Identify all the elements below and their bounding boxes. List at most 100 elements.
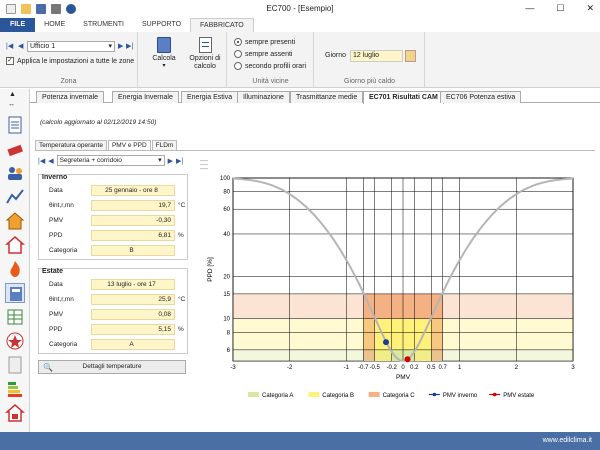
estate-title: Estate (42, 268, 64, 275)
close-icon[interactable]: ✕ (586, 3, 594, 14)
radio-label: sempre assenti (245, 50, 293, 58)
eraser-icon[interactable] (5, 139, 25, 159)
dettagli-temperature-button[interactable]: 🔍 Dettagli temperature (38, 360, 186, 374)
radio-empty-icon (234, 50, 242, 58)
doc-tab-ec706[interactable]: EC706 Potenza estiva (440, 91, 522, 103)
x-tick-label: -1 (344, 365, 350, 371)
inverno-row-ppd: PPD 6,81% (39, 229, 189, 242)
estate-row-data: Data 13 luglio - ore 17 (39, 278, 189, 291)
calcola-label: Calcola (152, 55, 176, 62)
legend-marker (492, 392, 497, 397)
star-badge-icon[interactable] (5, 331, 25, 351)
y-tick-label: 20 (223, 274, 230, 280)
doc-tab-energia-invernale[interactable]: Energia Invernale (112, 91, 179, 103)
first-zone-icon[interactable]: |◀ (38, 157, 45, 165)
radio-label: secondo profili orari (245, 62, 307, 70)
tab-strumenti[interactable]: STRUMENTI (74, 18, 133, 32)
legend-label: PMV estate (503, 393, 535, 399)
giorno-input[interactable]: 12 luglio (350, 50, 403, 62)
check-icon: ✓ (6, 57, 14, 65)
radio-sempre-assenti[interactable]: sempre assenti (234, 50, 292, 58)
y-tick-label: 6 (227, 348, 231, 354)
y-tick-label: 10 (223, 317, 230, 323)
y-tick-label: 8 (227, 330, 231, 336)
row-value: 13 luglio - ore 17 (91, 279, 175, 290)
house-energy-icon[interactable] (5, 403, 25, 423)
ribbon-tabs: FILE HOME STRUMENTI SUPPORTO FABBRICATO (0, 18, 600, 32)
apply-all-zones[interactable]: ✓ Applica le impostazioni a tutte le zone (6, 57, 134, 65)
opzioni-calcolo-button[interactable]: Opzioni di calcolo (187, 37, 223, 71)
maximize-icon[interactable]: ☐ (556, 3, 564, 14)
radio-sempre-presenti[interactable]: sempre presenti (234, 38, 295, 46)
calcolo-group: Calcola ▾ Opzioni di calcolo (139, 32, 227, 88)
pin-icon[interactable]: ▲ (9, 91, 16, 98)
doc-tab-potenza-invernale[interactable]: Potenza invernale (36, 91, 105, 103)
row-value: 6,81 (91, 230, 175, 241)
house-icon[interactable] (5, 211, 25, 231)
calc-note: (calcolo aggiornato al 02/12/2019 14:50) (40, 119, 157, 126)
x-tick-label: -0.7 (358, 365, 369, 371)
tab-home[interactable]: HOME (35, 18, 74, 32)
row-label: Data (49, 187, 63, 194)
y-tick-label: 100 (220, 176, 231, 182)
calculator-table-icon[interactable] (5, 283, 25, 303)
energy-class-icon[interactable] (5, 379, 25, 399)
legend-marker (432, 392, 437, 397)
row-unit: °C (178, 296, 186, 303)
people-icon[interactable] (5, 163, 25, 183)
doc-tab-trasmittanze[interactable]: Trasmittanze medie (290, 91, 364, 103)
inverno-title: Inverno (42, 174, 68, 181)
inverno-section: Inverno Data 25 gennaio - ore 8 θint,r,mn… (38, 174, 188, 260)
prev-zone-icon[interactable]: ◀ (48, 157, 53, 165)
tab-file[interactable]: FILE (0, 18, 36, 32)
x-tick-label: -0.5 (369, 365, 380, 371)
point-pmv-estate (404, 356, 411, 363)
last-zone-icon[interactable]: ▶| (176, 157, 183, 165)
document-icon[interactable] (5, 115, 25, 135)
doc-tab-energia-estiva[interactable]: Energia Estiva (181, 91, 239, 103)
subtab-pmv-ppd[interactable]: PMV e PPD (107, 140, 151, 150)
report-icon[interactable] (5, 355, 25, 375)
radio-selected-icon (234, 38, 242, 46)
first-nav-icon[interactable]: |◀ (6, 42, 13, 50)
tab-supporto[interactable]: SUPPORTO (133, 18, 190, 32)
next-nav-icon[interactable]: ▶ (118, 42, 123, 50)
radio-profili-orari[interactable]: secondo profili orari (234, 62, 306, 70)
subtab-fldm[interactable]: FLDm (151, 140, 178, 150)
pmv-ppd-chart: -3 -2 -1 -0.7 -0.5 -0.2 0 0.2 0.5 0.7 1 2 3 6 8 10 15 20 4… (207, 176, 575, 399)
inverno-row-theta: θint,r,mn 19,7 °C (39, 199, 189, 212)
zona-group: |◀ ◀ Ufficio 1 ▶ ▶| ✓Applica le impostaz… (0, 32, 138, 88)
x-tick-label: 0.7 (438, 365, 447, 371)
giorno-group: Giorno 12 luglio Giorno più caldo (315, 32, 425, 88)
tab-fabbricato[interactable]: FABBRICATO (190, 18, 254, 32)
results-pane: Inverno Data 25 gennaio - ore 8 θint,r,mn… (38, 171, 188, 391)
zone-select[interactable]: Segreteria + corridoio (56, 155, 165, 166)
row-label: θint,r,mn (49, 296, 74, 303)
row-unit: % (178, 326, 184, 333)
expand-icon[interactable]: ↔ (8, 101, 15, 108)
chart-icon[interactable] (5, 187, 25, 207)
window-title: EC700 - [Esempio] (266, 4, 334, 13)
flame-icon[interactable] (5, 259, 25, 279)
giorno-group-label: Giorno più caldo (344, 78, 395, 85)
calcola-button[interactable]: Calcola ▾ (149, 37, 179, 69)
minimize-icon[interactable]: — (525, 3, 534, 14)
next-zone-icon[interactable]: ▶ (168, 157, 173, 165)
zona-select[interactable]: Ufficio 1 (27, 41, 115, 52)
legend-label: Categoria A (262, 393, 293, 399)
x-tick-label: -2 (287, 365, 293, 371)
prev-nav-icon[interactable]: ◀ (18, 42, 23, 50)
y-tick-label: 40 (223, 232, 230, 238)
row-value: 25,9 (91, 294, 175, 305)
inverno-row-data: Data 25 gennaio - ore 8 (39, 184, 189, 197)
house-red-icon[interactable] (5, 235, 25, 255)
doc-tab-ec701[interactable]: EC701 Risultati CAM (363, 91, 444, 104)
last-nav-icon[interactable]: ▶| (126, 42, 133, 50)
subtab-temperatura[interactable]: Temperatura operante (35, 140, 107, 150)
lock-icon[interactable] (405, 50, 416, 62)
radio-label: sempre presenti (245, 38, 296, 46)
grid-table-icon[interactable] (5, 307, 25, 327)
doc-tab-illuminazione[interactable]: Illuminazione (237, 91, 290, 103)
row-label: PMV (49, 217, 64, 224)
legend-label: PMV inverno (443, 393, 478, 399)
